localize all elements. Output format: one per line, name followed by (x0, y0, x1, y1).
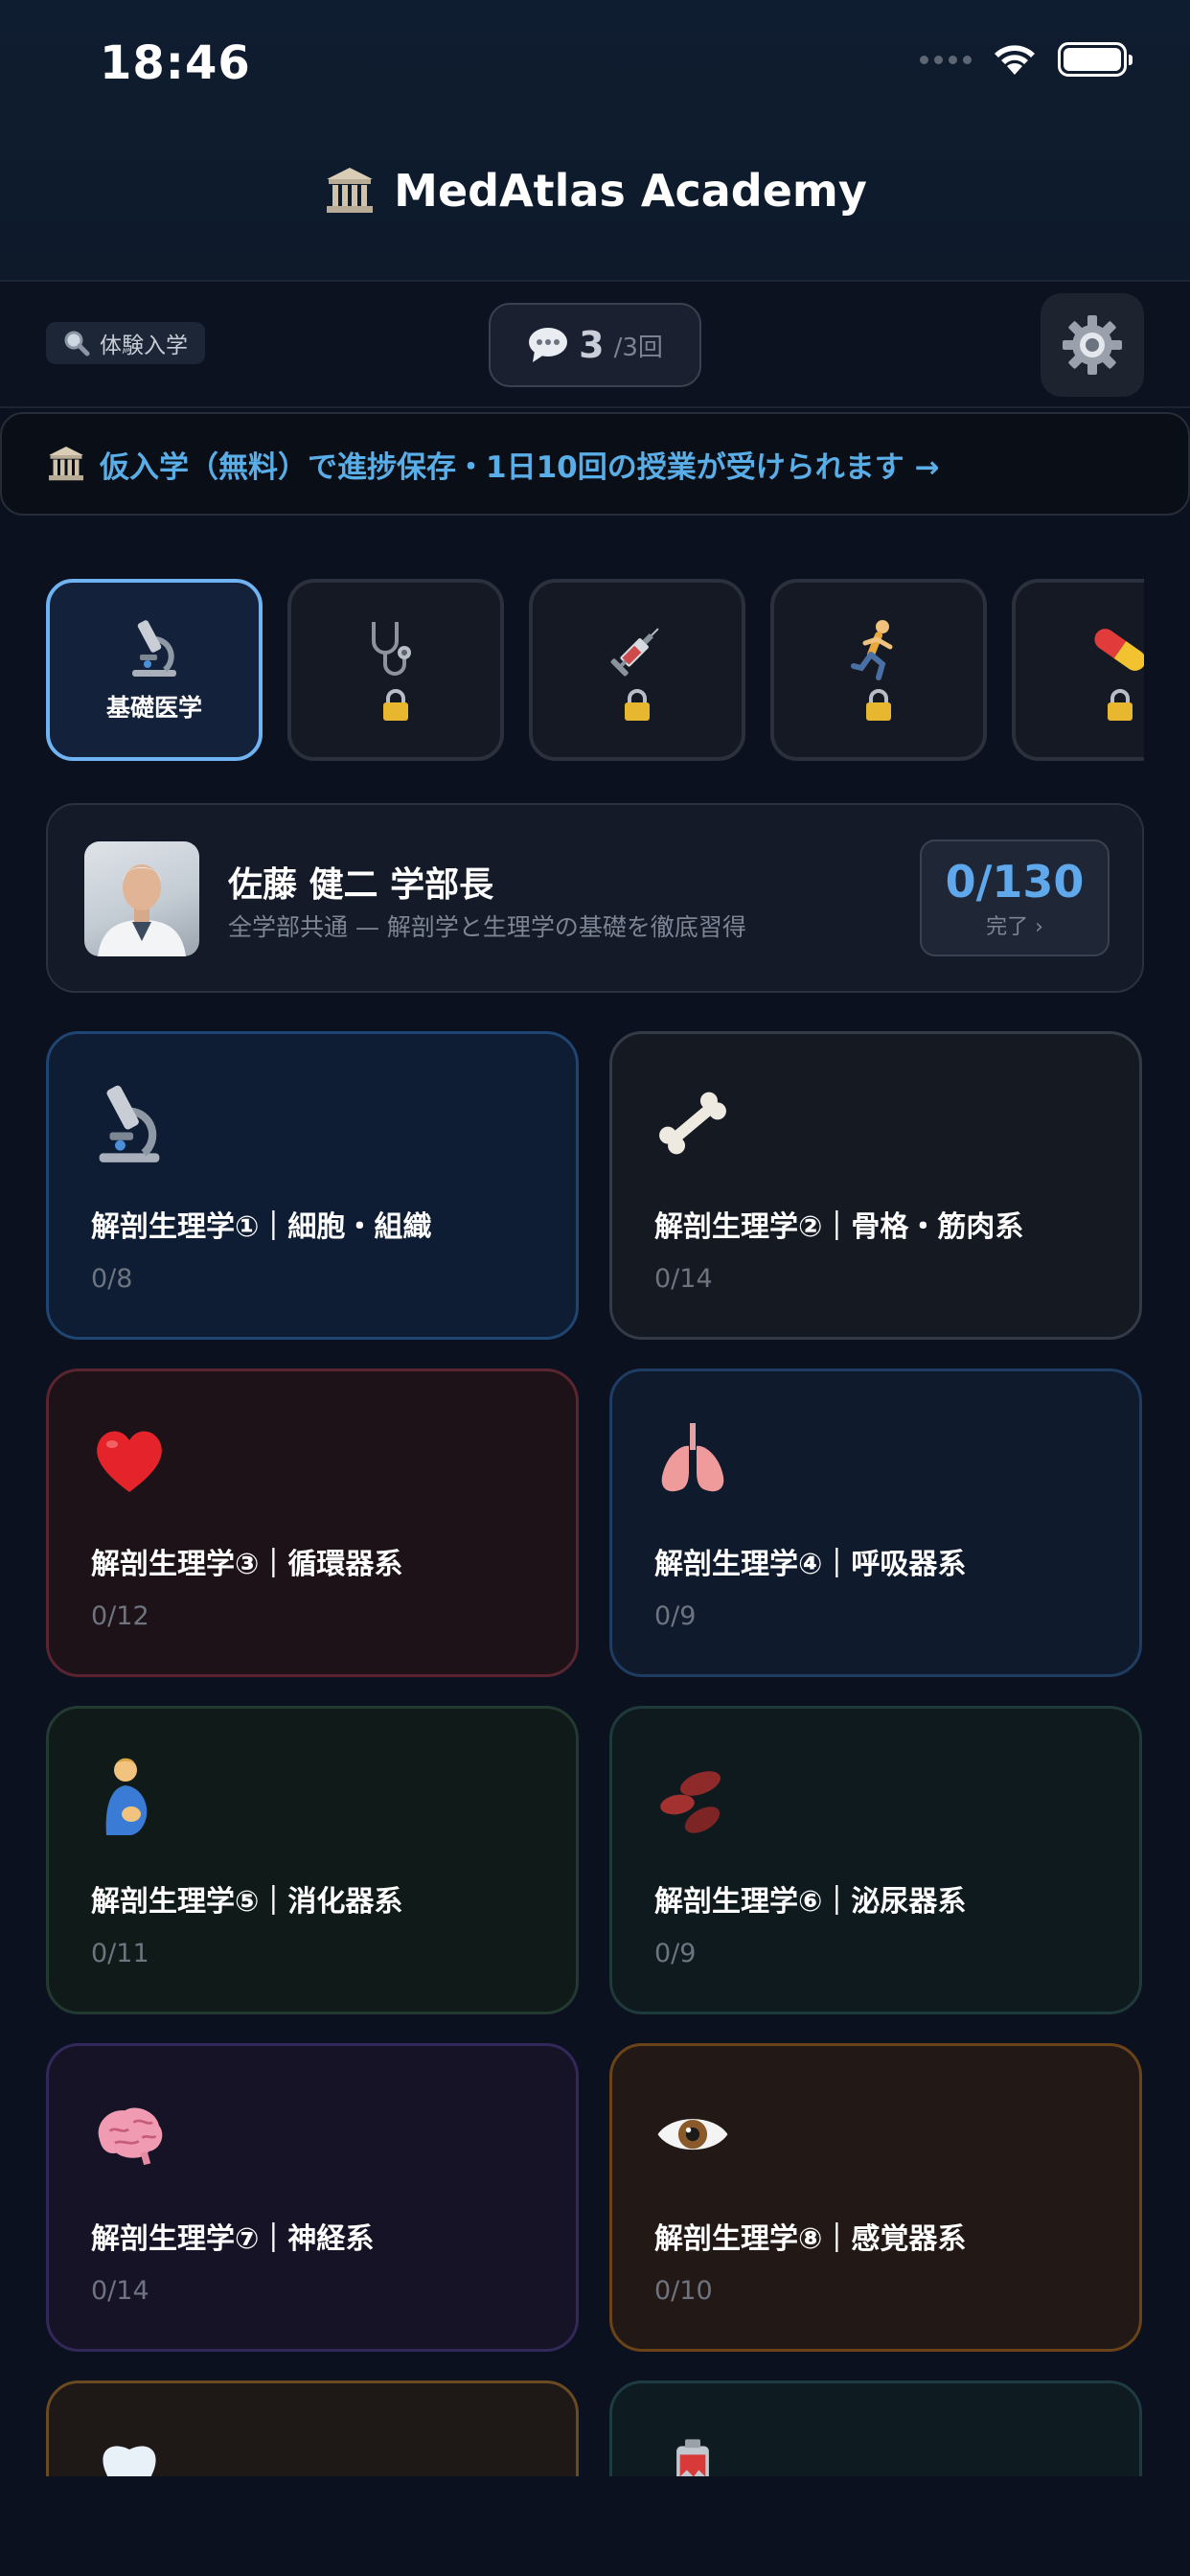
counter-current: 3 (579, 324, 605, 366)
beans-icon (660, 1771, 721, 1833)
lungs-icon (661, 1423, 724, 1492)
trial-label: 体験入学 (100, 334, 188, 358)
toolbar: 体験入学 3 /3回 (0, 284, 1190, 408)
brain-icon (98, 2107, 163, 2166)
app-title: MedAtlas Academy (394, 165, 867, 217)
status-time: 18:46 (100, 36, 251, 90)
gear-icon (1063, 315, 1122, 375)
course-card-cells-tissue[interactable]: 解剖生理学①｜細胞・組織 0/8 (46, 1031, 579, 1340)
classical-building-icon (327, 168, 374, 213)
course-title: 解剖生理学⑧｜感覚器系 (654, 2222, 967, 2256)
course-progress: 0/9 (654, 1601, 697, 1631)
course-card-respiratory[interactable]: 解剖生理学④｜呼吸器系 0/9 (609, 1368, 1142, 1677)
course-card-nervous[interactable]: 解剖生理学⑦｜神経系 0/14 (46, 2043, 579, 2352)
course-card-partial-left[interactable] (46, 2380, 579, 2476)
course-progress: 0/10 (654, 2276, 713, 2306)
banner-text: 仮入学（無料）で進捗保存・1日10回の授業が受けられます → (100, 449, 940, 485)
tab-label: 基礎医学 (105, 694, 202, 722)
status-indicators (920, 42, 1133, 77)
syringe-icon (610, 628, 659, 677)
tab-basic-medicine[interactable]: 基礎医学 (46, 579, 263, 761)
lesson-counter[interactable]: 3 /3回 (489, 303, 701, 387)
faculty-tabs: 基礎医学 (46, 579, 1144, 763)
stethoscope-icon (372, 622, 411, 676)
course-progress: 0/9 (654, 1939, 697, 1968)
counter-total: /3回 (613, 333, 663, 362)
course-title: 解剖生理学②｜骨格・筋肉系 (654, 1210, 1024, 1244)
app-header: 18:46 MedAtlas Academy (0, 0, 1190, 282)
battery-icon (676, 2439, 709, 2476)
course-card-digestive[interactable]: 解剖生理学⑤｜消化器系 0/11 (46, 1706, 579, 2014)
course-title: 解剖生理学④｜呼吸器系 (654, 1548, 967, 1581)
overall-progress[interactable]: 0/130 完了 › (920, 840, 1110, 956)
lock-icon (383, 689, 408, 721)
settings-button[interactable] (1041, 293, 1144, 397)
course-title: 解剖生理学①｜細胞・組織 (91, 1210, 432, 1244)
course-progress: 0/14 (654, 1264, 713, 1294)
bottom-safe-area (0, 2476, 1190, 2576)
course-title: 解剖生理学③｜循環器系 (91, 1548, 403, 1581)
tab-rehab-locked[interactable] (770, 579, 987, 761)
heart-icon (97, 1431, 162, 1492)
cellular-signal-icon (920, 55, 972, 64)
magnifier-icon (64, 331, 90, 356)
course-progress: 0/12 (91, 1601, 149, 1631)
bone-icon (659, 1092, 726, 1155)
tab-pharmacology-locked[interactable] (529, 579, 745, 761)
tooth-icon (103, 2446, 156, 2476)
lock-icon (625, 689, 650, 721)
course-card-partial-right[interactable] (609, 2380, 1142, 2476)
course-card-circulatory[interactable]: 解剖生理学③｜循環器系 0/12 (46, 1368, 579, 1677)
speech-bubble-icon (529, 328, 568, 362)
person-icon (105, 1758, 148, 1835)
course-progress: 0/14 (91, 2276, 149, 2306)
microscope-icon (132, 620, 176, 677)
eye-icon (657, 2119, 728, 2150)
tab-clinical-locked[interactable] (287, 579, 504, 761)
course-progress: 0/8 (91, 1264, 133, 1294)
microscope-icon (99, 1085, 160, 1162)
wifi-icon (995, 45, 1035, 75)
instructor-name: 佐藤 健二 学部長 (228, 865, 494, 905)
overall-progress-label: 完了 › (986, 915, 1043, 939)
avatar (84, 841, 199, 956)
tab-medicine-locked[interactable] (1012, 579, 1144, 761)
course-card-urinary[interactable]: 解剖生理学⑥｜泌尿器系 0/9 (609, 1706, 1142, 2014)
course-progress: 0/11 (91, 1939, 149, 1968)
lock-icon (866, 689, 891, 721)
course-title: 解剖生理学⑤｜消化器系 (91, 1885, 403, 1919)
course-card-sensory[interactable]: 解剖生理学⑧｜感覚器系 0/10 (609, 2043, 1142, 2352)
course-title: 解剖生理学⑥｜泌尿器系 (654, 1885, 967, 1919)
trial-badge: 体験入学 (46, 322, 205, 364)
instructor-card[interactable]: 佐藤 健二 学部長 全学部共通 — 解剖学と生理学の基礎を徹底習得 0/130 … (46, 803, 1144, 993)
runner-icon (851, 620, 893, 680)
pill-icon (1094, 629, 1144, 671)
overall-progress-count: 0/130 (945, 856, 1085, 908)
signup-banner[interactable]: 仮入学（無料）で進捗保存・1日10回の授業が受けられます → (0, 412, 1190, 516)
app-screen: 18:46 MedAtlas Academy 体験入学 3 /3回 仮入学（無料… (0, 0, 1190, 2576)
classical-building-icon (49, 447, 83, 481)
course-card-skeletal-muscle[interactable]: 解剖生理学②｜骨格・筋肉系 0/14 (609, 1031, 1142, 1340)
lock-icon (1108, 689, 1133, 721)
app-title-row: MedAtlas Academy (0, 157, 1190, 224)
instructor-description: 全学部共通 — 解剖学と生理学の基礎を徹底習得 (228, 913, 746, 941)
course-grid: 解剖生理学①｜細胞・組織 0/8 解剖生理学②｜骨格・筋肉系 0/14 解剖生理… (0, 1025, 1190, 2476)
battery-icon (1058, 42, 1133, 77)
course-title: 解剖生理学⑦｜神経系 (91, 2222, 375, 2256)
